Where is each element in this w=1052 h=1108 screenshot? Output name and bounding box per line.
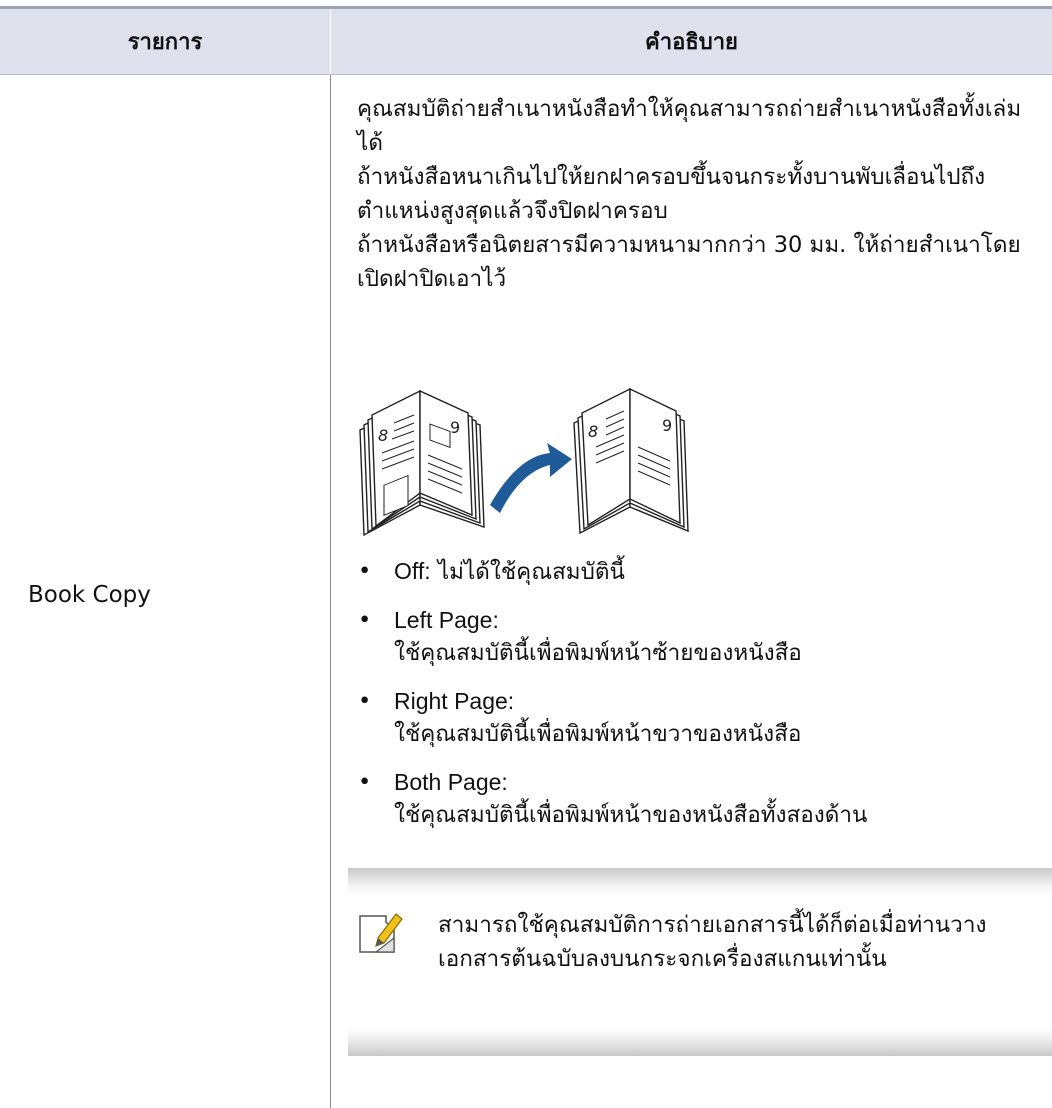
book-copy-illustration: 8 9 8 9 — [359, 387, 689, 537]
note-text: สามารถใช้คุณสมบัติการถ่ายเอกสารนี้ได้ก็ต… — [438, 912, 987, 972]
open-book-left — [359, 389, 485, 537]
list-item: • Right Page: ใช้คุณสมบัตินี้เพื่อพิมพ์ห… — [358, 685, 1038, 750]
bullet-icon: • — [358, 769, 372, 795]
settings-table: รายการ คำอธิบาย Book Copy คุณสมบัติถ่ายส… — [0, 0, 1052, 1108]
list-item: • Left Page: ใช้คุณสมบัตินี้เพื่อพิมพ์หน… — [358, 604, 1038, 669]
bullet-icon: • — [358, 558, 372, 584]
option-text: ใช้คุณสมบัตินี้เพื่อพิมพ์หน้าซ้ายของหนัง… — [394, 640, 802, 666]
description-paragraph: ถ้าหนังสือหนาเกินไปให้ยกฝาครอบขึ้นจนกระท… — [357, 164, 986, 224]
table-header-row: รายการ คำอธิบาย — [0, 9, 1052, 75]
column-divider — [330, 75, 331, 1108]
option-name: Both Page: — [394, 769, 508, 795]
item-name: Book Copy — [28, 582, 151, 608]
right-book-right-page-number: 9 — [662, 416, 672, 435]
right-book-left-page-number: 8 — [588, 422, 598, 441]
note-box: สามารถใช้คุณสมบัติการถ่ายเอกสารนี้ได้ก็ต… — [348, 868, 1052, 1056]
option-name: Off: — [394, 558, 431, 584]
bullet-icon: • — [358, 688, 372, 714]
description-text: คุณสมบัติถ่ายสำเนาหนังสือทำให้คุณสามารถถ… — [357, 92, 1027, 296]
option-text: ไม่ได้ใช้คุณสมบัตินี้ — [437, 559, 625, 585]
description-paragraph: คุณสมบัติถ่ายสำเนาหนังสือทำให้คุณสามารถถ… — [357, 96, 1022, 156]
header-description: คำอธิบาย — [645, 30, 738, 55]
description-paragraph: ถ้าหนังสือหรือนิตยสารมีความหนามากกว่า 30… — [357, 232, 1021, 292]
option-text: ใช้คุณสมบัตินี้เพื่อพิมพ์หน้าขวาของหนังส… — [394, 721, 802, 747]
list-item: • Both Page: ใช้คุณสมบัตินี้เพื่อพิมพ์หน… — [358, 766, 1038, 831]
open-book-right — [573, 387, 689, 535]
left-page-number: 8 — [378, 426, 388, 445]
options-list: • Off: ไม่ได้ใช้คุณสมบัตินี้ • Left Page… — [358, 555, 1038, 847]
option-name: Right Page: — [394, 688, 515, 714]
header-item: รายการ — [127, 30, 203, 55]
right-page-number: 9 — [450, 418, 460, 437]
option-name: Left Page: — [394, 607, 499, 633]
arrow-icon — [490, 443, 572, 513]
list-item: • Off: ไม่ได้ใช้คุณสมบัตินี้ — [358, 555, 1038, 588]
option-text: ใช้คุณสมบัตินี้เพื่อพิมพ์หน้าของหนังสือท… — [394, 802, 868, 828]
note-pencil-icon — [359, 913, 403, 953]
bullet-icon: • — [358, 607, 372, 633]
